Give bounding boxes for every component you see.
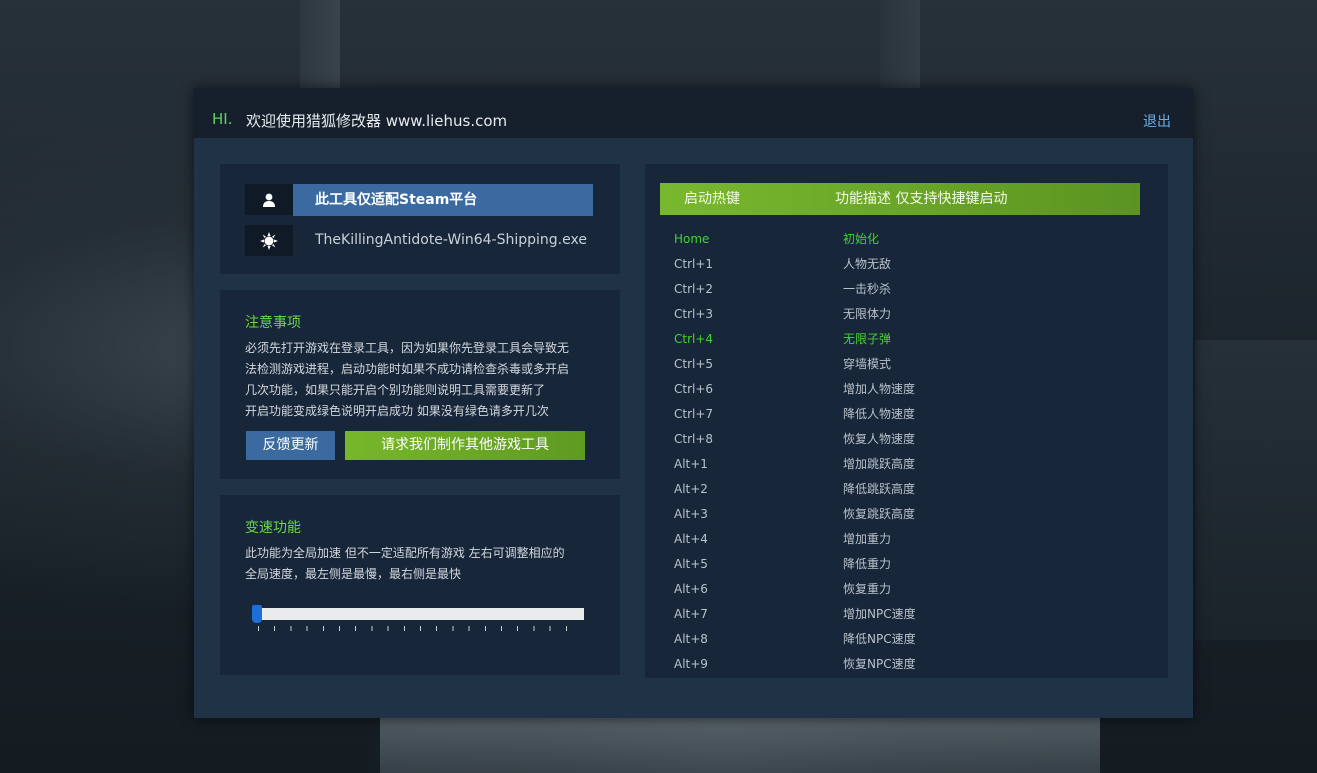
hotkey-key: Alt+6 [674, 582, 708, 596]
hotkey-row[interactable]: Ctrl+7 降低人物速度 [674, 402, 1144, 427]
window-title: 欢迎使用猎狐修改器 www.liehus.com [246, 112, 508, 130]
notice-line: 法检测游戏进程，启动功能时如果不成功请检查杀毒或多开启 [245, 362, 570, 376]
hotkey-list: Home 初始化 Ctrl+1 人物无敌 Ctrl+2 一击秒杀 Ctrl+3 无限体力 Ctr… [674, 227, 1144, 677]
hotkey-key: Ctrl+2 [674, 282, 714, 296]
hotkey-description: 初始化 [843, 232, 880, 246]
hotkey-description: 增加NPC速度 [843, 607, 916, 621]
background-pillar-left [300, 0, 340, 100]
header-hotkey: 启动热键 [684, 191, 740, 207]
window-body: 此工具仅适配Steam平台 TheKillingAntidote-Win64-S… [194, 139, 1193, 718]
notice-line: 必须先打开游戏在登录工具，因为如果你先登录工具会导致无 [245, 341, 570, 355]
hotkey-key: Alt+1 [674, 457, 708, 471]
background-pillar-right [880, 0, 920, 100]
hotkey-description: 人物无敌 [843, 257, 892, 271]
hotkey-key: Ctrl+6 [674, 382, 714, 396]
hotkey-key: Alt+7 [674, 607, 708, 621]
notice-text: 必须先打开游戏在登录工具，因为如果你先登录工具会导致无 法检测游戏进程，启动功能… [245, 338, 569, 422]
hotkey-key: Alt+8 [674, 632, 708, 646]
hotkey-description: 无限体力 [843, 307, 892, 321]
speed-slider-track[interactable] [256, 608, 584, 620]
hotkey-key: Alt+3 [674, 507, 708, 521]
header-description: 功能描述 仅支持快捷键启动 [835, 191, 1008, 207]
hotkey-row[interactable]: Ctrl+8 恢复人物速度 [674, 427, 1144, 452]
speed-line: 此功能为全局加速 但不一定适配所有游戏 左右可调整相应的 [245, 546, 565, 560]
hotkey-key: Ctrl+5 [674, 357, 714, 371]
hotkey-key: Ctrl+3 [674, 307, 714, 321]
greeting: HI. [212, 110, 233, 128]
hotkey-description: 降低NPC速度 [843, 632, 916, 646]
hotkey-key: Home [674, 232, 710, 246]
hotkey-key: Ctrl+8 [674, 432, 714, 446]
hotkey-key: Ctrl+4 [674, 332, 714, 346]
hotkey-row[interactable]: Alt+7 增加NPC速度 [674, 602, 1144, 627]
hotkey-row[interactable]: Alt+9 恢复NPC速度 [674, 652, 1144, 677]
hotkeys-panel: 启动热键 功能描述 仅支持快捷键启动 Home 初始化 Ctrl+1 人物无敌 Ctrl… [645, 164, 1168, 678]
hotkey-row[interactable]: Ctrl+3 无限体力 [674, 302, 1144, 327]
hotkey-description: 增加人物速度 [843, 382, 916, 396]
hotkeys-header: 启动热键 功能描述 仅支持快捷键启动 [660, 183, 1140, 215]
trainer-window: HI. 欢迎使用猎狐修改器 www.liehus.com 退出 此工具仅适配St… [194, 88, 1193, 718]
speed-title: 变速功能 [245, 520, 301, 536]
user-icon [245, 184, 293, 215]
hotkey-row[interactable]: Alt+1 增加跳跃高度 [674, 452, 1144, 477]
hotkey-description: 恢复人物速度 [843, 432, 916, 446]
hotkey-row[interactable]: Ctrl+4 无限子弹 [674, 327, 1144, 352]
hotkey-description: 恢复重力 [843, 582, 892, 596]
speed-slider-thumb[interactable] [252, 605, 262, 623]
hotkey-key: Alt+4 [674, 532, 708, 546]
process-name: TheKillingAntidote-Win64-Shipping.exe [315, 232, 587, 248]
logout-link[interactable]: 退出 [1143, 111, 1171, 131]
hotkey-description: 降低人物速度 [843, 407, 916, 421]
speed-line: 全局速度，最左侧是最慢，最右侧是最快 [245, 567, 462, 581]
gear-icon [245, 225, 293, 256]
hotkey-description: 一击秒杀 [843, 282, 892, 296]
request-tool-button[interactable]: 请求我们制作其他游戏工具 [345, 431, 585, 460]
hotkey-key: Alt+2 [674, 482, 708, 496]
hotkey-description: 穿墙模式 [843, 357, 892, 371]
title-bar[interactable]: HI. 欢迎使用猎狐修改器 www.liehus.com 退出 [194, 88, 1193, 139]
speed-text: 此功能为全局加速 但不一定适配所有游戏 左右可调整相应的 全局速度，最左侧是最慢… [245, 543, 565, 585]
hotkey-row[interactable]: Alt+5 降低重力 [674, 552, 1144, 577]
hotkey-row[interactable]: Home 初始化 [674, 227, 1144, 252]
notice-panel: 注意事项 必须先打开游戏在登录工具，因为如果你先登录工具会导致无 法检测游戏进程… [220, 290, 620, 479]
hotkey-row[interactable]: Alt+6 恢复重力 [674, 577, 1144, 602]
hotkey-key: Ctrl+7 [674, 407, 714, 421]
hotkey-row[interactable]: Ctrl+5 穿墙模式 [674, 352, 1144, 377]
feedback-button[interactable]: 反馈更新 [246, 431, 335, 460]
hotkey-description: 降低重力 [843, 557, 892, 571]
notice-line: 开启功能变成绿色说明开启成功 如果没有绿色请多开几次 [245, 404, 549, 418]
hotkey-row[interactable]: Ctrl+1 人物无敌 [674, 252, 1144, 277]
notice-line: 几次功能，如果只能开启个别功能则说明工具需要更新了 [245, 383, 546, 397]
hotkey-description: 增加重力 [843, 532, 892, 546]
hotkey-row[interactable]: Ctrl+2 一击秒杀 [674, 277, 1144, 302]
hotkey-key: Alt+5 [674, 557, 708, 571]
hotkey-row[interactable]: Alt+3 恢复跳跃高度 [674, 502, 1144, 527]
hotkey-description: 降低跳跃高度 [843, 482, 916, 496]
speed-panel: 变速功能 此功能为全局加速 但不一定适配所有游戏 左右可调整相应的 全局速度，最… [220, 495, 620, 675]
hotkey-row[interactable]: Ctrl+6 增加人物速度 [674, 377, 1144, 402]
hotkey-description: 恢复跳跃高度 [843, 507, 916, 521]
info-panel: 此工具仅适配Steam平台 TheKillingAntidote-Win64-S… [220, 164, 620, 274]
speed-slider-ticks [258, 626, 582, 631]
hotkey-key: Ctrl+1 [674, 257, 714, 271]
hotkey-key: Alt+9 [674, 657, 708, 671]
hotkey-row[interactable]: Alt+8 降低NPC速度 [674, 627, 1144, 652]
hotkey-description: 增加跳跃高度 [843, 457, 916, 471]
hotkey-row[interactable]: Alt+4 增加重力 [674, 527, 1144, 552]
hotkey-row[interactable]: Alt+2 降低跳跃高度 [674, 477, 1144, 502]
hotkey-description: 恢复NPC速度 [843, 657, 916, 671]
notice-title: 注意事项 [245, 315, 301, 331]
platform-notice: 此工具仅适配Steam平台 [293, 184, 593, 216]
background-floor [380, 715, 1100, 773]
background-edge-right [1195, 340, 1317, 640]
hotkey-description: 无限子弹 [843, 332, 892, 346]
